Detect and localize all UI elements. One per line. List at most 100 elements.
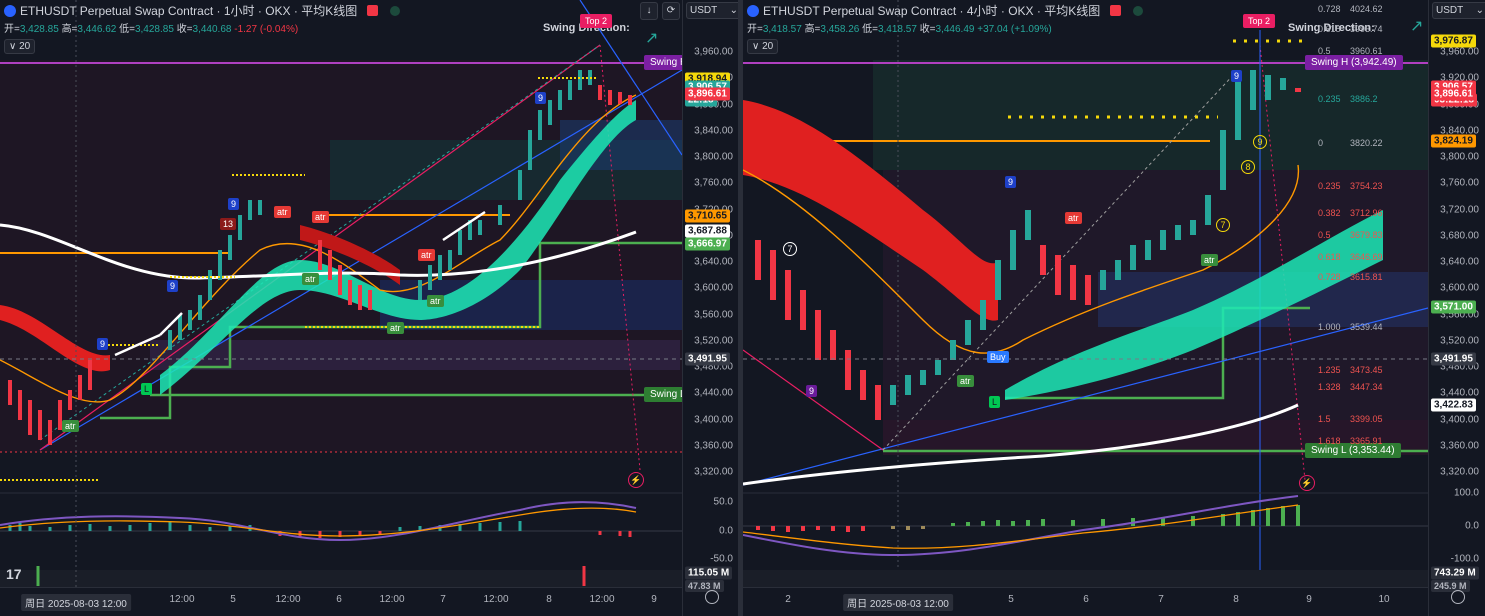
price-tag: 3,976.87 bbox=[1431, 34, 1476, 48]
y-tick-label: 3,960.00 bbox=[694, 46, 733, 58]
x-tick-label: 12:00 bbox=[483, 594, 509, 605]
alert-icon[interactable] bbox=[367, 5, 379, 16]
refresh-button[interactable]: ⟳ bbox=[662, 2, 680, 20]
y-tick-label: 3,640.00 bbox=[694, 256, 733, 268]
y-tick-label: 3,360.00 bbox=[1440, 440, 1479, 452]
fib-ratio: 0.235 bbox=[1318, 94, 1341, 105]
fib-ratio: 0 bbox=[1318, 137, 1324, 148]
fib-value: 3960.61 bbox=[1350, 45, 1383, 56]
left-currency-select[interactable]: USDT ⌄ bbox=[686, 2, 738, 19]
left-chart-header[interactable]: ETHUSDT Perpetual Swap Contract · 1小时 · … bbox=[4, 2, 401, 19]
chevron-down-icon: ⌄ bbox=[1475, 5, 1484, 16]
fib-level-label: 1.328 3447.34 bbox=[1318, 382, 1383, 392]
fib-value: 3473.45 bbox=[1350, 365, 1383, 376]
left-chart-canvas[interactable] bbox=[0, 0, 738, 616]
right-chart-canvas[interactable] bbox=[743, 0, 1485, 616]
up-arrow-icon: ↗ bbox=[645, 30, 659, 47]
lightning-icon[interactable]: ⚡ bbox=[628, 472, 644, 488]
seq-circle: 8 bbox=[1241, 160, 1255, 174]
x-tick-label: 6 bbox=[336, 594, 342, 605]
low-value: 3,428.85 bbox=[134, 24, 174, 35]
price-tag: 3,710.65 bbox=[685, 209, 730, 223]
price-tag: 3,896.61 bbox=[1431, 87, 1476, 101]
left-chart-title[interactable]: ETHUSDT Perpetual Swap Contract · 1小时 · … bbox=[20, 2, 357, 19]
lightning-icon[interactable]: ⚡ bbox=[1299, 475, 1315, 491]
x-tick-label: 2 bbox=[785, 594, 791, 605]
right-currency-select[interactable]: USDT ⌄ bbox=[1432, 2, 1485, 19]
y-tick-label: 3,640.00 bbox=[1440, 256, 1479, 268]
long-marker: L bbox=[989, 396, 1001, 408]
right-price-axis[interactable]: USDT ⌄ 3,960.003,920.003,880.003,840.003… bbox=[1428, 0, 1485, 616]
x-tick-label: 8 bbox=[546, 594, 552, 605]
fib-ratio: 0.728 bbox=[1318, 271, 1341, 282]
right-indicator-badge[interactable]: ∨ 20 bbox=[747, 39, 779, 54]
fib-value: 3886.2 bbox=[1350, 94, 1378, 105]
fib-level-label: 0.618 3646.69 bbox=[1318, 252, 1383, 262]
left-time-axis[interactable]: 周日 2025-08-03 12:00 12:00 5 12:00 6 12:00 7 12:… bbox=[0, 587, 682, 616]
volume-tag: 743.29 M bbox=[1431, 566, 1479, 580]
x-tick-label: 9 bbox=[651, 594, 657, 605]
fib-value: 3820.22 bbox=[1350, 137, 1383, 148]
seq-marker: 13 bbox=[220, 218, 237, 230]
fib-ratio: 0.5 bbox=[1318, 229, 1331, 240]
fib-value: 3615.81 bbox=[1350, 271, 1383, 282]
osc-tick: 0.0 bbox=[719, 525, 733, 537]
right-time-axis[interactable]: 2 周日 2025-08-03 12:00 5 6 7 8 9 10 bbox=[743, 587, 1428, 616]
fib-level-label: 0.5 3960.61 bbox=[1318, 46, 1383, 56]
seq-marker: 9 bbox=[167, 280, 179, 292]
fib-level-label: 0.235 3886.2 bbox=[1318, 94, 1378, 104]
price-tag: 3,666.97 bbox=[685, 237, 730, 251]
okx-logo-icon bbox=[4, 4, 16, 17]
buy-label: Buy bbox=[987, 351, 1009, 363]
x-tick-label: 5 bbox=[1008, 594, 1014, 605]
seq-circle: 7 bbox=[783, 242, 797, 256]
right-ohlc-row: 开=3,418.57 高=3,458.26 低=3,418.57 收=3,446… bbox=[747, 20, 1052, 35]
y-tick-label: 3,600.00 bbox=[1440, 282, 1479, 294]
left-indicator-badge[interactable]: ∨ 20 bbox=[4, 39, 36, 54]
atr-label: atr bbox=[418, 249, 435, 261]
x-tick-label: 12:00 bbox=[589, 594, 615, 605]
right-chart-title[interactable]: ETHUSDT Perpetual Swap Contract · 4小时 · … bbox=[763, 2, 1100, 19]
fib-level-label: 0.382 3712.96 bbox=[1318, 208, 1383, 218]
scroll-down-button[interactable]: ↓ bbox=[640, 2, 658, 20]
x-tick-label: 12:00 bbox=[169, 594, 195, 605]
right-chart-panel[interactable]: ETHUSDT Perpetual Swap Contract · 4小时 · … bbox=[743, 0, 1485, 616]
osc-tick: -50.0 bbox=[710, 553, 733, 565]
close-label: 收= bbox=[919, 24, 936, 35]
y-tick-label: 3,600.00 bbox=[694, 282, 733, 294]
right-chart-header[interactable]: ETHUSDT Perpetual Swap Contract · 4小时 · … bbox=[747, 2, 1144, 19]
price-tag: 3,571.00 bbox=[1431, 300, 1476, 314]
price-tag: 3,687.88 bbox=[685, 224, 730, 238]
volume-tag-secondary: 47.83 M bbox=[685, 580, 724, 592]
price-tag: 3,491.95 bbox=[1431, 352, 1476, 366]
seq-marker: 9 bbox=[1231, 70, 1243, 82]
atr-label: atr bbox=[62, 420, 79, 432]
fib-value: 3646.69 bbox=[1350, 251, 1383, 262]
fib-ratio: 1.235 bbox=[1318, 365, 1341, 376]
high-value: 3,458.26 bbox=[820, 24, 860, 35]
price-tag: 3,824.19 bbox=[1431, 134, 1476, 148]
seq-marker: 9 bbox=[97, 338, 109, 350]
settings-gear-icon[interactable] bbox=[705, 590, 719, 604]
alert-icon[interactable] bbox=[1110, 5, 1122, 16]
settings-gear-icon[interactable] bbox=[1451, 590, 1465, 604]
seq-marker: 9 bbox=[806, 385, 818, 397]
open-value: 3,418.57 bbox=[762, 24, 802, 35]
x-tick-label: 12:00 bbox=[275, 594, 301, 605]
low-label: 低= bbox=[862, 24, 878, 35]
low-value: 3,418.57 bbox=[877, 24, 917, 35]
x-tick-label: 9 bbox=[1306, 594, 1312, 605]
fib-ratio: 1.000 bbox=[1318, 321, 1341, 332]
fib-level-label: 0.728 3615.81 bbox=[1318, 272, 1383, 282]
indicator-count: 20 bbox=[19, 41, 31, 52]
price-tag: 3,491.95 bbox=[685, 352, 730, 366]
status-dot-icon bbox=[390, 5, 401, 16]
fib-value: 3993.74 bbox=[1350, 23, 1383, 34]
y-tick-label: 3,680.00 bbox=[1440, 230, 1479, 242]
fib-ratio: 1.5 bbox=[1318, 414, 1331, 425]
open-label: 开= bbox=[4, 24, 20, 35]
osc-tick: 50.0 bbox=[713, 496, 733, 508]
y-tick-label: 3,800.00 bbox=[1440, 151, 1479, 163]
left-price-axis[interactable]: USDT ⌄ 3,960.003,920.003,880.003,840.003… bbox=[682, 0, 738, 616]
left-chart-panel[interactable]: ETHUSDT Perpetual Swap Contract · 1小时 · … bbox=[0, 0, 738, 616]
